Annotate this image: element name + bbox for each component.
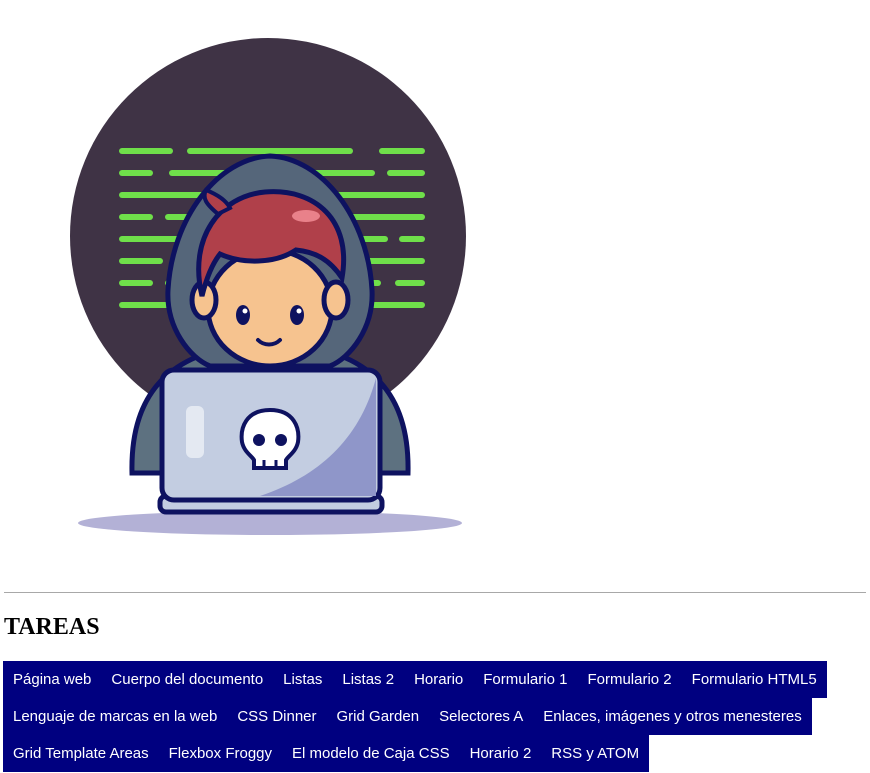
section-title: TAREAS: [4, 614, 100, 640]
ground-shadow: [78, 511, 462, 535]
tasks-row-3: Grid Template Areas Flexbox Froggy El mo…: [3, 735, 843, 772]
task-link-grid-garden[interactable]: Grid Garden: [326, 698, 430, 735]
task-link-formulario-2[interactable]: Formulario 2: [577, 661, 682, 698]
eye-right: [290, 305, 304, 325]
task-link-formulario-1[interactable]: Formulario 1: [473, 661, 578, 698]
task-link-selectores-a[interactable]: Selectores A: [429, 698, 534, 735]
eye-left: [236, 305, 250, 325]
task-link-horario-2[interactable]: Horario 2: [459, 735, 542, 772]
task-link-listas[interactable]: Listas: [273, 661, 333, 698]
task-link-listas-2[interactable]: Listas 2: [332, 661, 405, 698]
task-link-cuerpo-del-documento[interactable]: Cuerpo del documento: [101, 661, 274, 698]
task-link-modelo-de-caja[interactable]: El modelo de Caja CSS: [282, 735, 460, 772]
laptop-glare: [186, 406, 204, 458]
task-link-formulario-html5[interactable]: Formulario HTML5: [681, 661, 827, 698]
task-link-flexbox-froggy[interactable]: Flexbox Froggy: [158, 735, 282, 772]
ear-right: [321, 279, 351, 321]
hacker-illustration: [70, 38, 466, 535]
task-link-enlaces-imagenes[interactable]: Enlaces, imágenes y otros menesteres: [533, 698, 812, 735]
tasks-row-1: Página web Cuerpo del documento Listas L…: [3, 661, 843, 698]
task-link-rss-y-atom[interactable]: RSS y ATOM: [541, 735, 650, 772]
hair-highlight: [292, 210, 320, 222]
task-link-horario[interactable]: Horario: [404, 661, 474, 698]
section-divider: [4, 592, 866, 593]
task-link-lenguaje-de-marcas[interactable]: Lenguaje de marcas en la web: [3, 698, 228, 735]
task-link-css-dinner[interactable]: CSS Dinner: [227, 698, 327, 735]
tasks-row-2: Lenguaje de marcas en la web CSS Dinner …: [3, 698, 843, 735]
task-link-pagina-web[interactable]: Página web: [3, 661, 102, 698]
tasks-nav: Página web Cuerpo del documento Listas L…: [3, 661, 843, 772]
task-link-grid-template-areas[interactable]: Grid Template Areas: [3, 735, 159, 772]
face: [205, 247, 335, 369]
